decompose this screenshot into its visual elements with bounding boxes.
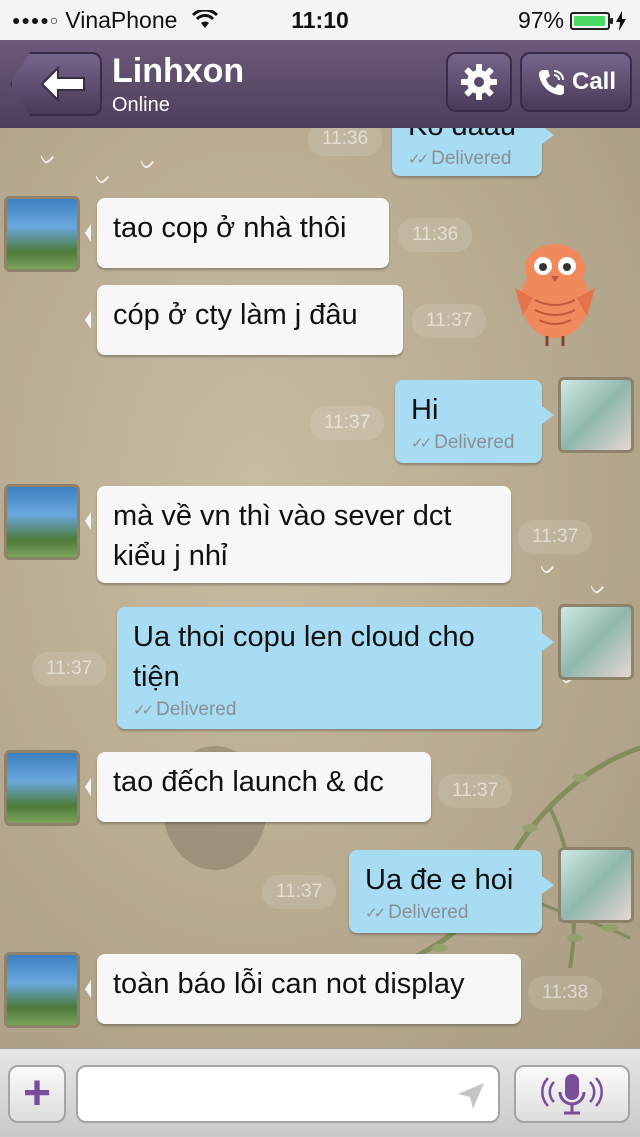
chat-header: Linhxon Online Call bbox=[0, 40, 640, 129]
message-bubble-outgoing[interactable]: Hi ✓✓ Delivered bbox=[395, 380, 554, 463]
message-timestamp: 11:36 bbox=[398, 218, 473, 252]
delivery-status: ✓✓ Delivered bbox=[411, 432, 515, 453]
battery-percent: 97% bbox=[517, 7, 564, 33]
delivered-check-icon: ✓✓ bbox=[411, 435, 432, 452]
message-bubble-outgoing[interactable]: Ko daau ✓✓Delivered bbox=[392, 128, 554, 176]
delivery-status: ✓✓ Delivered bbox=[408, 148, 512, 169]
message-text: toàn báo lỗi can not display bbox=[113, 968, 465, 1000]
message-timestamp: 11:36 bbox=[308, 128, 383, 156]
message-input-wrapper bbox=[76, 1065, 500, 1123]
delivered-check-icon: ✓✓ bbox=[365, 905, 386, 922]
message-text: tao cop ở nhà thôi bbox=[113, 212, 347, 244]
message-timestamp: 11:37 bbox=[310, 406, 385, 440]
bird-decoration: ᨆ bbox=[95, 168, 112, 188]
contact-avatar[interactable] bbox=[4, 196, 80, 272]
settings-button[interactable] bbox=[446, 52, 512, 112]
contact-avatar[interactable] bbox=[4, 952, 80, 1028]
message-composer: + bbox=[0, 1048, 640, 1137]
message-timestamp: 11:37 bbox=[32, 652, 107, 686]
battery-status: 97% bbox=[518, 7, 626, 34]
contact-name: Linhxon bbox=[112, 52, 245, 90]
gear-icon bbox=[461, 64, 497, 100]
contact-avatar[interactable] bbox=[4, 484, 80, 560]
delivery-status: ✓✓ Delivered bbox=[133, 699, 237, 720]
my-avatar[interactable] bbox=[558, 604, 634, 680]
bird-decoration: ᨆ bbox=[40, 148, 57, 168]
voice-message-button[interactable] bbox=[514, 1065, 630, 1123]
battery-icon bbox=[570, 11, 613, 30]
my-avatar[interactable] bbox=[558, 847, 634, 923]
message-bubble-incoming[interactable]: mà về vn thì vào sever dct kiểu j nhỉ bbox=[85, 486, 511, 583]
message-bubble-incoming[interactable]: tao cop ở nhà thôi bbox=[85, 198, 389, 268]
delivery-status: ✓✓ Delivered bbox=[365, 902, 469, 923]
charging-icon bbox=[616, 10, 626, 31]
message-timestamp: 11:37 bbox=[518, 520, 593, 554]
presence-status: Online bbox=[112, 94, 170, 116]
message-timestamp: 11:37 bbox=[262, 875, 337, 909]
owl-illustration bbox=[515, 244, 595, 346]
message-text: Ua thoi copu len cloud cho tiện bbox=[133, 621, 475, 693]
my-avatar[interactable] bbox=[558, 377, 634, 453]
back-arrow-icon bbox=[40, 66, 85, 102]
status-bar: ●●●●○ VinaPhone 11:10 97% bbox=[0, 0, 640, 40]
message-bubble-outgoing[interactable]: Ua đe e hoi ✓✓ Delivered bbox=[349, 850, 554, 933]
message-timestamp: 11:37 bbox=[412, 304, 487, 338]
chat-area[interactable]: ᨆ ᨆ ᨆ ᨆ ᨆ ᨆ Ko daau ✓✓Delivered 11:36 ta… bbox=[0, 128, 640, 1048]
microphone-icon bbox=[541, 1074, 603, 1115]
call-button[interactable]: Call bbox=[520, 52, 632, 112]
message-bubble-outgoing[interactable]: Ua thoi copu len cloud cho tiện ✓✓ Delive… bbox=[117, 607, 554, 729]
delivered-check-icon: ✓✓ bbox=[408, 151, 429, 168]
back-button[interactable] bbox=[10, 52, 102, 116]
send-icon[interactable] bbox=[456, 1081, 486, 1111]
delivered-check-icon: ✓✓ bbox=[133, 702, 154, 719]
message-timestamp: 11:37 bbox=[438, 774, 513, 808]
message-text: cóp ở cty làm j đâu bbox=[113, 299, 358, 331]
plus-icon: + bbox=[22, 1067, 52, 1120]
message-bubble-incoming[interactable]: cóp ở cty làm j đâu bbox=[85, 285, 403, 355]
phone-icon bbox=[538, 70, 564, 95]
message-text: tao đếch launch & dc bbox=[113, 766, 384, 798]
message-text: Ua đe e hoi bbox=[365, 864, 514, 896]
bird-decoration: ᨆ bbox=[590, 578, 607, 598]
add-attachment-button[interactable]: + bbox=[8, 1065, 66, 1123]
bird-decoration: ᨆ bbox=[540, 558, 557, 578]
message-text: mà về vn thì vào sever dct kiểu j nhỉ bbox=[113, 500, 452, 572]
message-bubble-incoming[interactable]: tao đếch launch & dc bbox=[85, 752, 431, 822]
contact-avatar[interactable] bbox=[4, 750, 80, 826]
message-bubble-incoming[interactable]: toàn báo lỗi can not display bbox=[85, 954, 521, 1024]
message-text: Ko daau bbox=[408, 128, 516, 142]
message-input[interactable] bbox=[90, 1067, 454, 1119]
message-text: Hi bbox=[411, 394, 439, 426]
call-label: Call bbox=[571, 68, 616, 95]
bird-decoration: ᨆ bbox=[140, 153, 157, 173]
message-timestamp: 11:38 bbox=[528, 976, 603, 1010]
